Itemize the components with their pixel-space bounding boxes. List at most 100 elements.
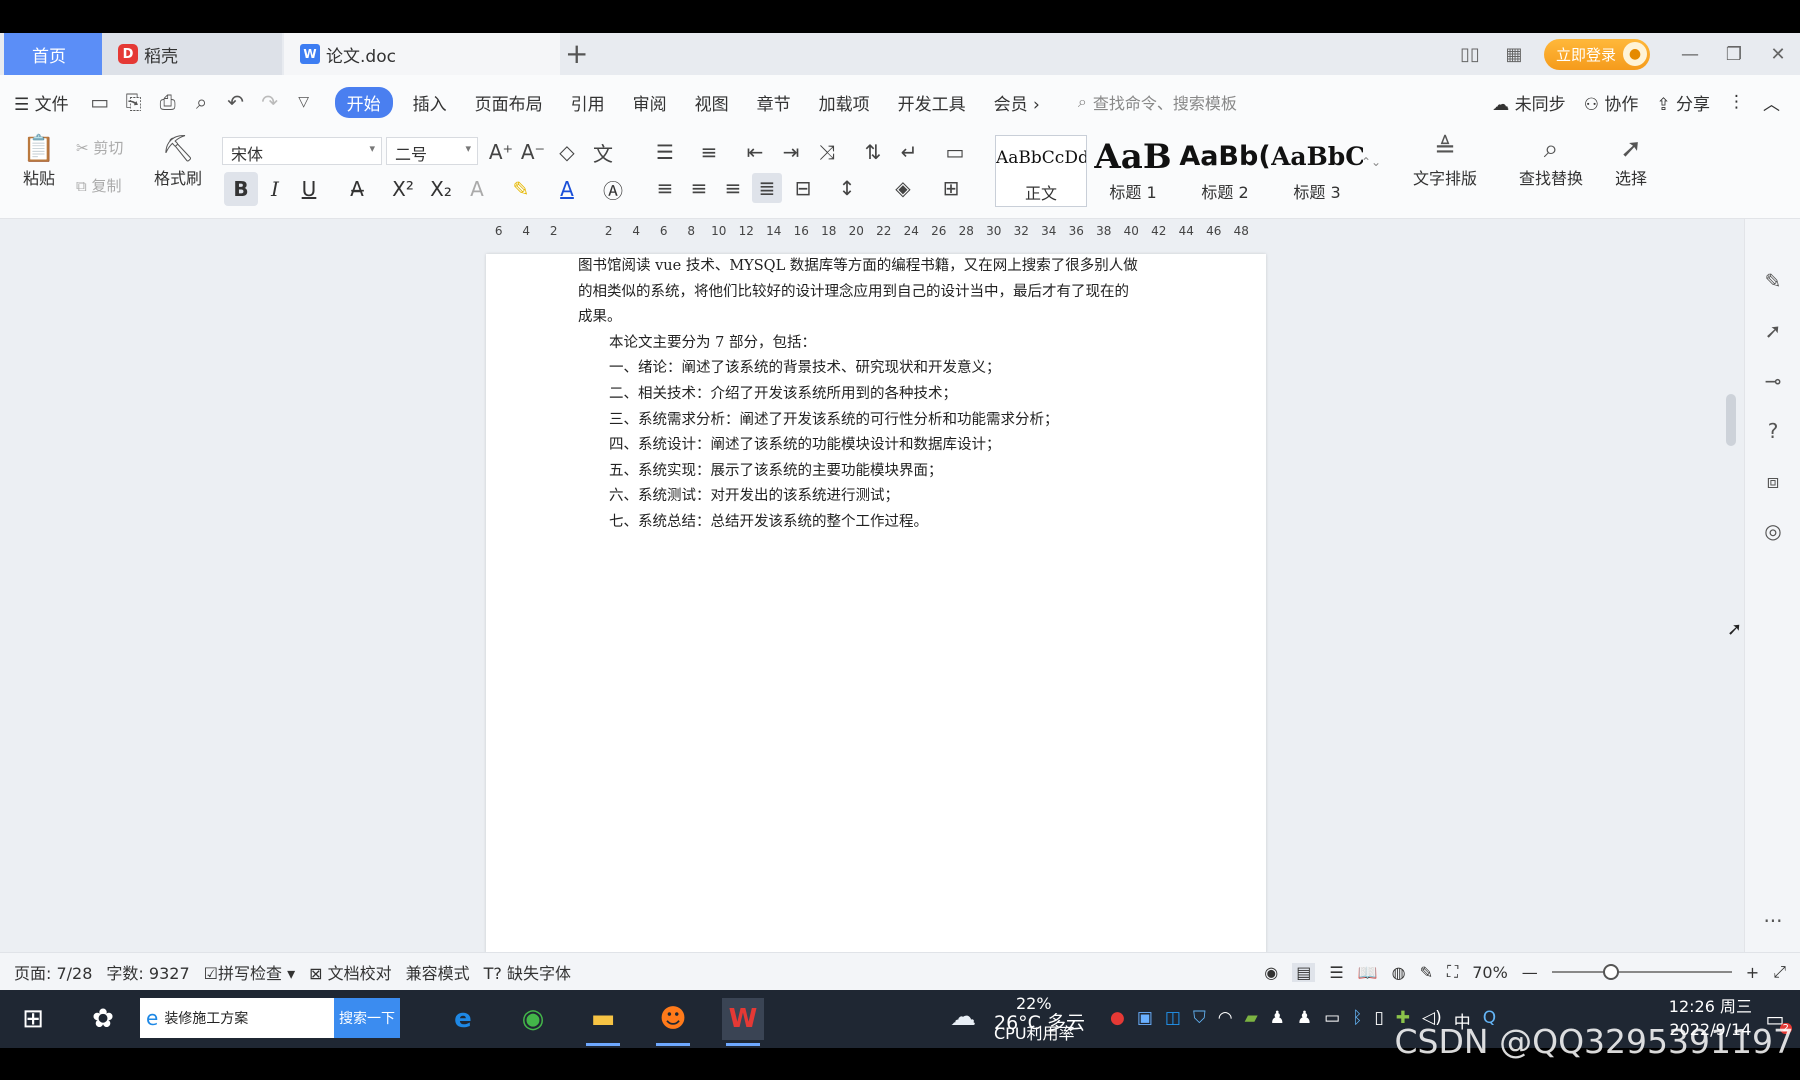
location-icon[interactable]: ◎: [1761, 519, 1785, 543]
missing-font-button[interactable]: T? 缺失字体: [484, 960, 571, 984]
decrease-indent-icon[interactable]: ⇤: [740, 137, 770, 167]
paste-button[interactable]: 📋 粘贴: [14, 133, 64, 189]
spellcheck-toggle[interactable]: ☑拼写检查 ▾: [204, 960, 295, 984]
print-preview-icon[interactable]: ⌕: [185, 87, 219, 117]
word-count[interactable]: 字数: 9327: [106, 960, 189, 984]
tray-app-icon[interactable]: ●: [1110, 1008, 1125, 1032]
highlight-icon[interactable]: ✎: [504, 172, 538, 206]
paragraph-line[interactable]: 四、系统设计：阐述了该系统的功能模块设计和数据库设计；: [578, 433, 1178, 459]
strikethrough-button[interactable]: A̶: [340, 172, 374, 206]
restore-icon[interactable]: ❐: [1712, 33, 1756, 75]
tab-daoke[interactable]: D 稻壳: [102, 33, 282, 75]
align-left-icon[interactable]: ≡: [650, 173, 680, 203]
zoom-slider[interactable]: [1551, 964, 1732, 980]
select-pointer-icon[interactable]: ➚: [1761, 319, 1785, 343]
table-ruler-icon[interactable]: ▭: [940, 137, 970, 167]
superscript-button[interactable]: X²: [386, 172, 420, 206]
paragraph-line[interactable]: 成果。: [578, 305, 1178, 331]
taskbar-search-button[interactable]: 搜索一下: [334, 998, 400, 1038]
align-right-icon[interactable]: ≡: [718, 173, 748, 203]
edit-pen-icon[interactable]: ✎: [1761, 269, 1785, 293]
compat-mode[interactable]: 兼容模式: [406, 960, 470, 984]
char-border-button[interactable]: Ⓐ: [596, 172, 630, 206]
line-spacing-icon[interactable]: ↕: [832, 173, 862, 203]
tab-references[interactable]: 引用: [571, 90, 605, 115]
outline-view-icon[interactable]: ☰: [1329, 963, 1343, 982]
paragraph-line[interactable]: 六、系统测试：对开发出的该系统进行测试；: [578, 484, 1178, 510]
file-menu[interactable]: ☰ 文件: [14, 90, 69, 115]
distribute-icon[interactable]: ⊟: [788, 173, 818, 203]
style-scroll-icon[interactable]: ⌃⌄: [1356, 147, 1386, 177]
zoom-slider-knob[interactable]: [1603, 964, 1620, 980]
borders-icon[interactable]: ⊞: [936, 173, 966, 203]
help-icon[interactable]: ?: [1761, 419, 1785, 443]
save-icon[interactable]: ▭: [83, 87, 117, 117]
more-dots-icon[interactable]: ···: [1761, 909, 1785, 933]
tab-addins[interactable]: 加载项: [819, 90, 870, 115]
app-mascot-icon[interactable]: ☻: [652, 998, 694, 1046]
shield-icon[interactable]: ⛉: [1193, 1008, 1206, 1032]
underline-button[interactable]: U: [292, 172, 326, 206]
reading-view-icon[interactable]: 📖: [1358, 963, 1378, 982]
wifi-icon[interactable]: ◠: [1218, 1008, 1233, 1032]
tab-home[interactable]: 首页: [4, 33, 102, 75]
scroll-thumb[interactable]: [1726, 394, 1736, 446]
image-tool-icon[interactable]: ⧈: [1761, 469, 1785, 493]
sort-icon[interactable]: ⇅: [858, 137, 888, 167]
tab-review[interactable]: 审阅: [633, 90, 667, 115]
close-icon[interactable]: ✕: [1756, 33, 1800, 75]
apps-grid-icon[interactable]: ▦: [1492, 33, 1536, 75]
page-view-icon[interactable]: ▤: [1292, 962, 1316, 982]
fit-page-icon[interactable]: ⛶: [1447, 962, 1458, 982]
print-icon[interactable]: ⎙: [151, 87, 185, 117]
tray-network-drive-icon[interactable]: ▣: [1137, 1008, 1153, 1032]
font-name-select[interactable]: 宋体 ▾: [222, 137, 382, 165]
italic-button[interactable]: I: [258, 172, 292, 206]
windows-start-icon[interactable]: ⊞: [12, 998, 54, 1040]
bluetooth-icon[interactable]: ᛒ: [1352, 1008, 1362, 1032]
paragraph-line[interactable]: 三、系统需求分析：阐述了开发该系统的可行性分析和功能需求分析；: [578, 408, 1178, 434]
tab-sections[interactable]: 章节: [757, 90, 791, 115]
font-color-button[interactable]: A: [550, 172, 584, 206]
more-icon[interactable]: ⋮: [1728, 92, 1745, 112]
sync-status[interactable]: ☁ 未同步: [1492, 90, 1565, 115]
new-tab-button[interactable]: +: [565, 37, 588, 70]
qq-icon[interactable]: ♟: [1270, 1008, 1285, 1032]
login-button[interactable]: 立即登录 ●: [1543, 38, 1650, 70]
fullscreen-icon[interactable]: ⤢: [1773, 962, 1786, 982]
zoom-level[interactable]: 70%: [1472, 963, 1508, 982]
style-normal[interactable]: AaBbCcDd 正文: [995, 135, 1087, 207]
tab-page-layout[interactable]: 页面布局: [475, 90, 543, 115]
text-layout-button[interactable]: ≜ 文字排版: [1400, 133, 1490, 189]
document-page[interactable]: 图书馆阅读 vue 技术、MYSQL 数据库等方面的编程书籍，又在网上搜索了很多…: [486, 254, 1266, 954]
show-marks-icon[interactable]: ↵: [894, 137, 924, 167]
style-heading-3[interactable]: AaBbC 标题 3: [1271, 135, 1363, 207]
internet-explorer-icon[interactable]: e: [442, 998, 484, 1040]
tray-security-icon[interactable]: ◫: [1165, 1008, 1181, 1032]
style-heading-1[interactable]: AaB 标题 1: [1087, 135, 1179, 207]
shrink-font-icon[interactable]: A⁻: [518, 137, 548, 167]
zoom-out-icon[interactable]: —: [1522, 963, 1538, 982]
format-painter-button[interactable]: ⛏ 格式刷: [150, 133, 206, 189]
paragraph-line[interactable]: 一、绪论：阐述了该系统的背景技术、研究现状和开发意义；: [578, 356, 1178, 382]
grow-font-icon[interactable]: A⁺: [486, 137, 516, 167]
tab-member[interactable]: 会员 ›: [994, 90, 1040, 115]
redo-icon[interactable]: ↷: [253, 87, 287, 117]
numbering-icon[interactable]: ≡: [694, 137, 724, 167]
document-text[interactable]: 图书馆阅读 vue 技术、MYSQL 数据库等方面的编程书籍，又在网上搜索了很多…: [578, 254, 1178, 536]
paragraph-line[interactable]: 七、系统总结：总结开发该系统的整个工作过程。: [578, 510, 1178, 536]
paragraph-line[interactable]: 图书馆阅读 vue 技术、MYSQL 数据库等方面的编程书籍，又在网上搜索了很多…: [578, 254, 1178, 280]
web-view-icon[interactable]: ◍: [1392, 963, 1406, 982]
paragraph-line[interactable]: 五、系统实现：展示了该系统的主要功能模块界面；: [578, 459, 1178, 485]
launcher-icon[interactable]: ✿: [82, 998, 124, 1040]
browser-360-icon[interactable]: ◉: [512, 998, 554, 1040]
usb-icon[interactable]: ▯: [1374, 1008, 1383, 1032]
minimize-icon[interactable]: —: [1668, 33, 1712, 75]
tab-start[interactable]: 开始: [334, 86, 393, 118]
tab-view[interactable]: 视图: [695, 90, 729, 115]
phonetic-icon[interactable]: 文: [588, 137, 618, 167]
vertical-scrollbar[interactable]: [1722, 224, 1740, 944]
customize-icon[interactable]: ▽: [287, 87, 321, 117]
horizontal-ruler[interactable]: 6 4 2 2 4 6 8 10 12 14 16 18 20 22 24 26 28 30 32 34 36 38 40 4…: [0, 219, 1720, 249]
cut-button[interactable]: ✂ 剪切: [76, 137, 123, 158]
